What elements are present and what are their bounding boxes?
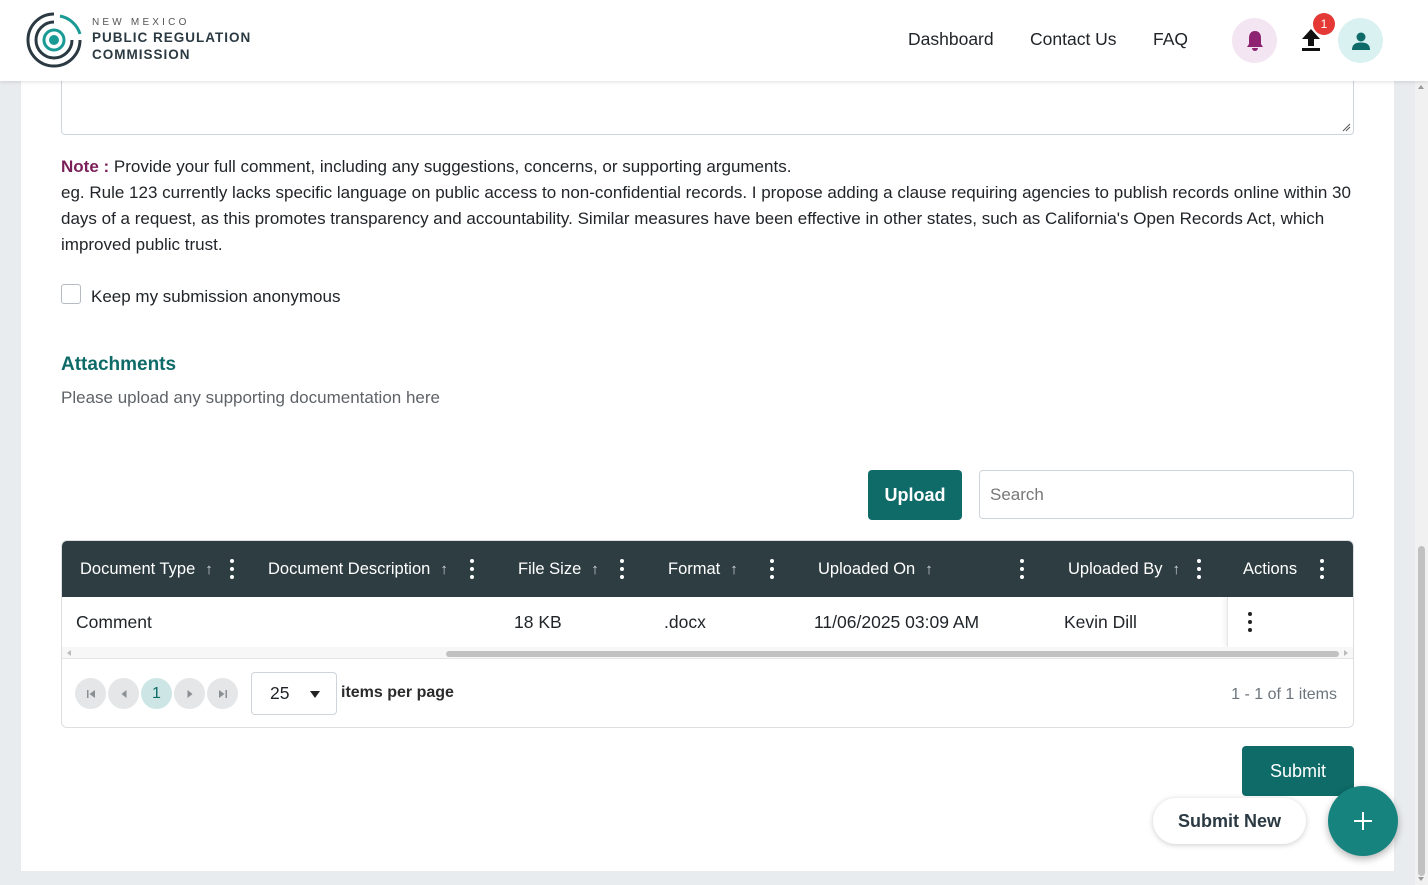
sort-up-icon[interactable]: ↑ [591, 561, 599, 578]
plus-icon [1354, 812, 1372, 830]
sort-up-icon[interactable]: ↑ [1172, 561, 1180, 578]
cell-actions [1227, 597, 1353, 647]
comment-guidance-note: Note : Provide your full comment, includ… [61, 154, 1361, 258]
note-example: eg. Rule 123 currently lacks specific la… [61, 183, 1351, 254]
page-size-select[interactable]: 25 [251, 672, 337, 715]
next-page-button[interactable] [174, 678, 205, 709]
attachments-heading: Attachments [61, 354, 177, 375]
attachments-description: Please upload any supporting documentati… [61, 388, 440, 407]
anonymous-option[interactable]: Keep my submission anonymous [61, 284, 340, 307]
table-horizontal-scrollbar[interactable] [62, 647, 1353, 659]
sort-up-icon[interactable]: ↑ [730, 561, 738, 578]
column-title: Uploaded By [1068, 559, 1163, 578]
scroll-left-icon[interactable] [67, 650, 71, 656]
column-title: Actions [1243, 559, 1298, 578]
cell-document-type: Comment [76, 611, 152, 632]
cell-uploaded-by: Kevin Dill [1064, 611, 1137, 632]
page-number-button[interactable]: 1 [141, 678, 172, 709]
submit-new-label[interactable]: Submit New [1153, 798, 1306, 844]
cell-format: .docx [664, 611, 706, 632]
anonymous-checkbox[interactable] [61, 284, 81, 304]
column-header-uploaded-by[interactable]: Uploaded By ↑ [1068, 541, 1180, 597]
user-icon [1351, 32, 1370, 50]
next-page-icon [187, 689, 192, 698]
submit-new-button[interactable] [1328, 786, 1398, 856]
nav-faq[interactable]: FAQ [1153, 29, 1188, 50]
nav-dashboard[interactable]: Dashboard [908, 29, 994, 50]
upload-button[interactable]: Upload [868, 470, 962, 520]
sort-up-icon[interactable]: ↑ [440, 561, 448, 578]
pager-info: 1 - 1 of 1 items [1231, 686, 1337, 703]
attachments-table: Document Type ↑ Document Description ↑ Fil… [61, 540, 1354, 728]
note-text: Provide your full comment, including any… [109, 157, 792, 176]
column-title: Document Description [268, 559, 431, 578]
resize-handle-icon[interactable] [1342, 123, 1351, 132]
sort-up-icon[interactable]: ↑ [205, 561, 213, 578]
column-title: Format [668, 559, 721, 578]
notifications-button[interactable] [1232, 18, 1277, 63]
nav-contact-us[interactable]: Contact Us [1030, 29, 1117, 50]
last-page-button[interactable] [207, 678, 238, 709]
logo-text: NEW MEXICO PUBLIC REGULATION COMMISSION [92, 17, 251, 63]
chevron-down-icon [310, 691, 320, 698]
sort-up-icon[interactable]: ↑ [925, 561, 933, 578]
anonymous-label[interactable]: Keep my submission anonymous [91, 287, 340, 307]
previous-page-icon [121, 689, 126, 698]
page-size-value: 25 [270, 683, 290, 703]
upload-count-badge: 1 [1313, 13, 1335, 35]
note-label: Note : [61, 157, 110, 176]
page-vertical-scrollbar[interactable] [1415, 81, 1428, 885]
column-menu-icon[interactable] [469, 559, 475, 579]
table-pager: 1 25 items per page 1 - 1 of 1 items [62, 660, 1353, 727]
column-menu-icon[interactable] [1196, 559, 1202, 579]
scroll-down-icon[interactable] [1418, 877, 1424, 881]
comment-form-card: Note : Provide your full comment, includ… [21, 81, 1394, 871]
logo-name-line1: PUBLIC REGULATION [92, 30, 252, 45]
column-title: Document Type [80, 559, 196, 578]
column-title: File Size [518, 559, 582, 578]
attachments-search-input[interactable] [979, 470, 1354, 519]
scroll-up-icon[interactable] [1418, 85, 1424, 89]
logo-state: NEW MEXICO [92, 17, 190, 28]
column-header-document-type[interactable]: Document Type ↑ [80, 541, 213, 597]
column-menu-icon[interactable] [229, 559, 235, 579]
scrollbar-thumb[interactable] [446, 651, 1339, 657]
submit-button[interactable]: Submit [1242, 746, 1354, 796]
last-page-icon [218, 689, 227, 698]
items-per-page-label: items per page [341, 684, 454, 701]
previous-page-button[interactable] [108, 678, 139, 709]
column-menu-icon[interactable] [1019, 559, 1025, 579]
first-page-button[interactable] [75, 678, 106, 709]
top-header: NEW MEXICO PUBLIC REGULATION COMMISSION … [0, 0, 1428, 81]
user-avatar-button[interactable] [1338, 18, 1383, 63]
column-menu-icon[interactable] [1319, 559, 1325, 579]
cell-uploaded-on: 11/06/2025 03:09 AM [814, 611, 980, 632]
column-header-file-size[interactable]: File Size ↑ [518, 541, 599, 597]
column-header-uploaded-on[interactable]: Uploaded On ↑ [818, 541, 933, 597]
table-header: Document Type ↑ Document Description ↑ Fil… [62, 541, 1353, 597]
bell-icon [1246, 30, 1263, 51]
logo-icon[interactable] [24, 10, 84, 70]
logo-name-line2: COMMISSION [92, 47, 191, 62]
cell-file-size: 18 KB [514, 611, 562, 632]
column-menu-icon[interactable] [619, 559, 625, 579]
scrollbar-thumb[interactable] [1418, 546, 1425, 876]
column-header-format[interactable]: Format ↑ [668, 541, 738, 597]
column-header-document-description[interactable]: Document Description ↑ [268, 541, 448, 597]
table-row[interactable]: Comment 18 KB .docx 11/06/2025 03:09 AM … [62, 597, 1353, 647]
column-menu-icon[interactable] [769, 559, 775, 579]
column-title: Uploaded On [818, 559, 916, 578]
row-actions-menu-icon[interactable] [1247, 612, 1253, 632]
comment-textarea[interactable] [61, 81, 1354, 135]
first-page-icon [86, 689, 95, 698]
scroll-right-icon[interactable] [1344, 650, 1348, 656]
column-header-actions: Actions [1243, 541, 1297, 597]
